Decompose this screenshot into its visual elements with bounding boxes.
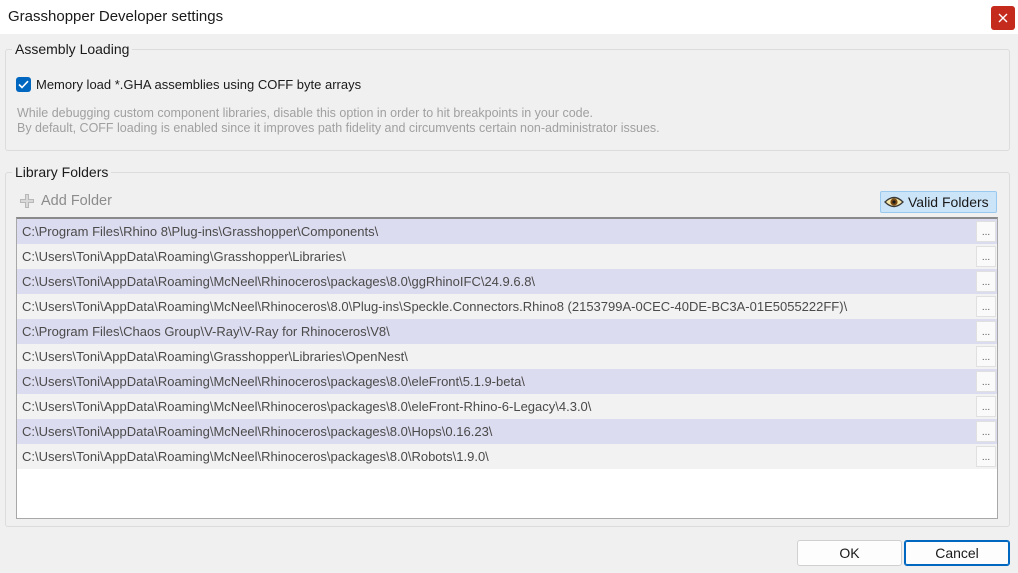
memory-load-option[interactable]: Memory load *.GHA assemblies using COFF … [16, 77, 361, 92]
add-folder-label: Add Folder [41, 193, 112, 209]
close-button[interactable] [991, 6, 1015, 30]
folder-row[interactable]: C:\Users\Toni\AppData\Roaming\McNeel\Rhi… [17, 394, 997, 419]
help-text-coff-default: By default, COFF loading is enabled sinc… [17, 121, 660, 135]
browse-folder-button[interactable]: ... [976, 321, 996, 342]
browse-folder-button[interactable]: ... [976, 421, 996, 442]
browse-folder-button[interactable]: ... [976, 271, 996, 292]
folder-row[interactable]: C:\Users\Toni\AppData\Roaming\McNeel\Rhi… [17, 269, 997, 294]
browse-folder-button[interactable]: ... [976, 221, 996, 242]
assembly-loading-group: Assembly Loading Memory load *.GHA assem… [5, 41, 1010, 151]
ok-button[interactable]: OK [797, 540, 902, 566]
browse-folder-button[interactable]: ... [976, 296, 996, 317]
folder-row[interactable]: C:\Program Files\Rhino 8\Plug-ins\Grassh… [17, 219, 997, 244]
folder-row[interactable]: C:\Users\Toni\AppData\Roaming\Grasshoppe… [17, 244, 997, 269]
settings-window: Grasshopper Developer settings Assembly … [0, 0, 1018, 573]
browse-folder-button[interactable]: ... [976, 446, 996, 467]
memory-load-checkbox[interactable] [16, 77, 31, 92]
folder-row[interactable]: C:\Users\Toni\AppData\Roaming\McNeel\Rhi… [17, 369, 997, 394]
assembly-loading-legend: Assembly Loading [12, 41, 133, 57]
window-title: Grasshopper Developer settings [8, 8, 224, 25]
browse-folder-button[interactable]: ... [976, 396, 996, 417]
folder-row[interactable]: C:\Users\Toni\AppData\Roaming\McNeel\Rhi… [17, 419, 997, 444]
folder-path[interactable]: C:\Program Files\Rhino 8\Plug-ins\Grassh… [17, 224, 972, 239]
plus-icon [19, 193, 35, 209]
browse-folder-button[interactable]: ... [976, 246, 996, 267]
folder-row[interactable]: C:\Users\Toni\AppData\Roaming\Grasshoppe… [17, 344, 997, 369]
help-text-debugging: While debugging custom component librari… [17, 106, 594, 120]
browse-folder-button[interactable]: ... [976, 371, 996, 392]
folder-path[interactable]: C:\Users\Toni\AppData\Roaming\McNeel\Rhi… [17, 424, 972, 439]
folder-path[interactable]: C:\Users\Toni\AppData\Roaming\McNeel\Rhi… [17, 374, 972, 389]
valid-folders-label: Valid Folders [908, 194, 989, 210]
folder-path[interactable]: C:\Program Files\Chaos Group\V-Ray\V-Ray… [17, 324, 972, 339]
folder-path[interactable]: C:\Users\Toni\AppData\Roaming\McNeel\Rhi… [17, 449, 972, 464]
folder-path[interactable]: C:\Users\Toni\AppData\Roaming\Grasshoppe… [17, 349, 972, 364]
folder-path[interactable]: C:\Users\Toni\AppData\Roaming\Grasshoppe… [17, 249, 972, 264]
folder-path[interactable]: C:\Users\Toni\AppData\Roaming\McNeel\Rhi… [17, 399, 972, 414]
title-bar: Grasshopper Developer settings [0, 0, 1018, 34]
folder-path[interactable]: C:\Users\Toni\AppData\Roaming\McNeel\Rhi… [17, 299, 972, 314]
browse-folder-button[interactable]: ... [976, 346, 996, 367]
folder-row[interactable]: C:\Users\Toni\AppData\Roaming\McNeel\Rhi… [17, 294, 997, 319]
add-folder-button[interactable]: Add Folder [19, 193, 112, 209]
folder-row[interactable]: C:\Program Files\Chaos Group\V-Ray\V-Ray… [17, 319, 997, 344]
valid-folders-toggle[interactable]: Valid Folders [880, 191, 997, 213]
folder-row[interactable]: C:\Users\Toni\AppData\Roaming\McNeel\Rhi… [17, 444, 997, 469]
folder-list[interactable]: C:\Program Files\Rhino 8\Plug-ins\Grassh… [16, 217, 998, 519]
library-folders-legend: Library Folders [12, 164, 112, 180]
memory-load-label[interactable]: Memory load *.GHA assemblies using COFF … [36, 77, 361, 92]
folder-path[interactable]: C:\Users\Toni\AppData\Roaming\McNeel\Rhi… [17, 274, 972, 289]
checkmark-icon [18, 80, 29, 89]
eye-icon [884, 195, 904, 209]
cancel-button[interactable]: Cancel [904, 540, 1010, 566]
library-folders-group: Library Folders Add Folder Valid Folders… [5, 164, 1010, 527]
close-icon [998, 13, 1008, 23]
